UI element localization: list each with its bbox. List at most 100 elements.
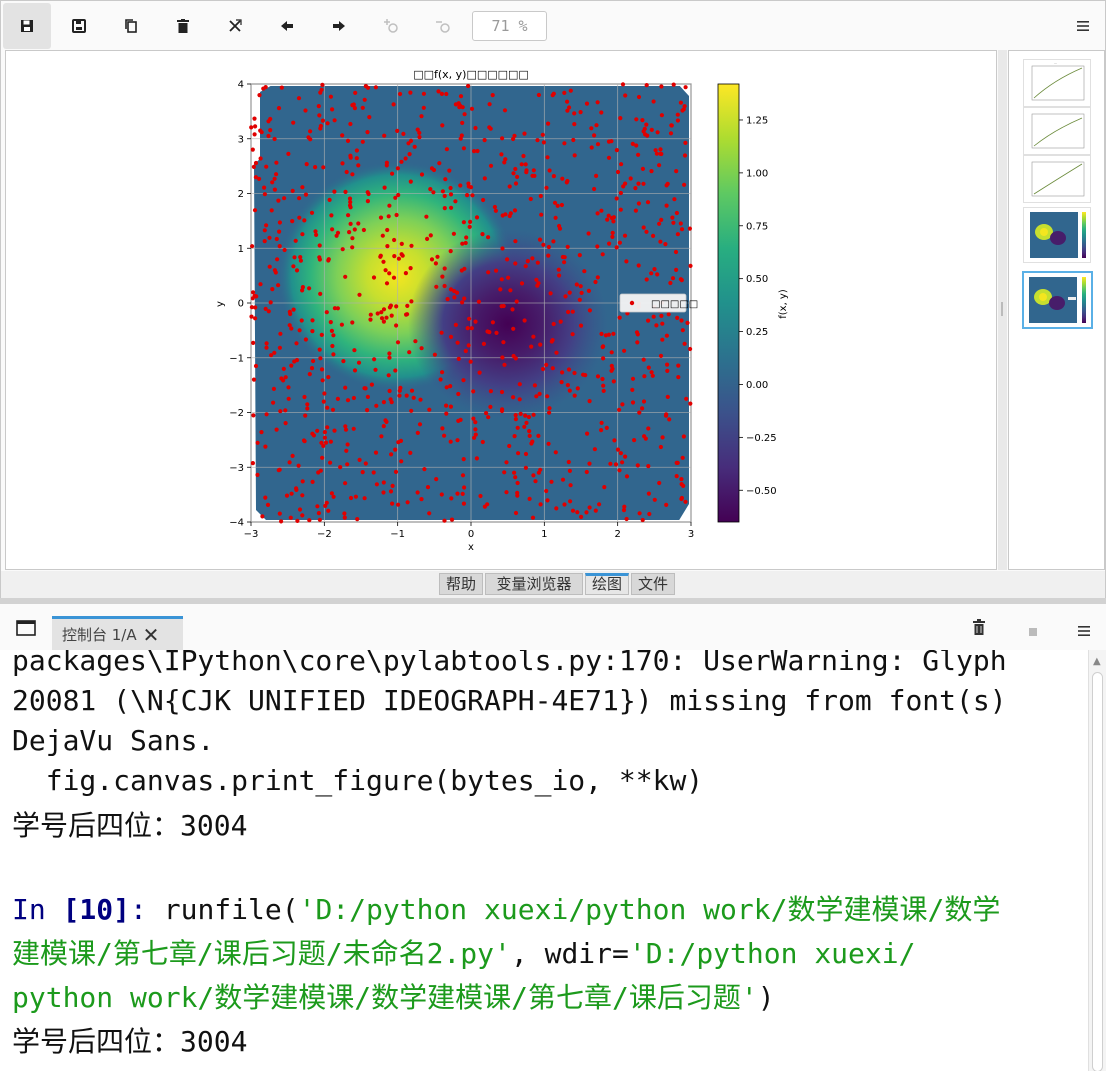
menu-icon [1078, 626, 1090, 636]
close-icon[interactable]: ✕ [143, 623, 160, 647]
scatter-point [353, 90, 358, 95]
scatter-point [298, 258, 303, 263]
scatter-point [340, 247, 345, 252]
scatter-point [635, 463, 640, 468]
delete-button[interactable] [159, 3, 207, 49]
scatter-point [600, 344, 605, 350]
scatter-point [299, 318, 304, 323]
scatter-point [427, 407, 432, 412]
scatter-point [331, 352, 336, 357]
save-all-button[interactable] [55, 3, 103, 49]
options-menu-button[interactable] [1059, 3, 1106, 49]
scatter-point [319, 87, 324, 92]
scatter-point [487, 330, 492, 335]
scatter-point [679, 482, 684, 487]
scatter-point [533, 479, 538, 484]
console-scrollbar[interactable]: ▲ [1088, 650, 1106, 1071]
scatter-point [586, 231, 591, 236]
scatter-point [649, 370, 654, 375]
scatter-point [574, 282, 579, 287]
copy-button[interactable] [107, 3, 155, 49]
scatter-point [621, 508, 627, 513]
scatter-point [551, 321, 556, 327]
scatter-point [302, 394, 307, 400]
scatter-point [346, 213, 351, 218]
scatter-point [524, 168, 529, 173]
scatter-point [671, 220, 676, 225]
save-button[interactable] [3, 3, 51, 49]
scatter-point [269, 208, 274, 213]
scatter-point [474, 456, 479, 461]
scatter-point [460, 300, 465, 305]
zoom-level-field[interactable]: 71 % [472, 11, 547, 41]
scatter-point [514, 299, 519, 304]
scatter-point [252, 293, 257, 298]
scatter-point [440, 426, 445, 431]
thumbnail-1[interactable]: — [1023, 59, 1091, 107]
scatter-point [283, 421, 288, 426]
scatter-point [342, 511, 347, 516]
thumbnail-4[interactable] [1023, 207, 1091, 263]
scatter-point [447, 168, 452, 173]
scatter-point [575, 510, 580, 515]
zoom-out-button[interactable] [419, 3, 467, 49]
scatter-point [614, 245, 619, 250]
next-plot-button[interactable] [315, 3, 363, 49]
scatter-point [487, 102, 492, 107]
scatter-point [355, 517, 360, 522]
scatter-point [387, 203, 392, 208]
thumbnail-3[interactable] [1023, 155, 1091, 203]
scatter-point [300, 513, 305, 518]
scatter-point [340, 133, 345, 138]
scatter-point [513, 510, 519, 516]
console-tab[interactable]: 控制台 1/A ✕ [52, 616, 183, 650]
scatter-point [628, 176, 633, 181]
tab-files[interactable]: 文件 [631, 573, 675, 595]
legend-label: □□□□□ [651, 299, 698, 310]
scatter-point [395, 166, 400, 171]
scatter-point [471, 416, 476, 421]
scatter-point [287, 460, 292, 465]
clear-all-button[interactable] [211, 3, 259, 49]
scatter-point [473, 125, 478, 131]
scatter-point [600, 376, 605, 382]
scatter-point [560, 176, 565, 181]
thumbnails-splitter[interactable] [998, 50, 1007, 570]
scatter-point [391, 275, 397, 280]
tab-variable-explorer[interactable]: 变量浏览器 [485, 573, 583, 595]
scatter-point [335, 306, 340, 311]
previous-plot-button[interactable] [263, 3, 311, 49]
scatter-point [682, 182, 687, 187]
scatter-point [672, 197, 677, 202]
colorbar-tick-label: −0.25 [746, 433, 777, 444]
console-options-button[interactable] [1077, 622, 1091, 641]
runfile-path-part1: 'D:/python xuexi/python work/数学建模课/数学 [298, 893, 1001, 926]
scatter-point [617, 315, 622, 320]
scatter-point [380, 233, 385, 238]
browse-tabs-button[interactable] [16, 619, 36, 641]
scatter-point [636, 263, 641, 268]
remove-variables-button[interactable] [972, 619, 986, 639]
scatter-point [439, 91, 444, 96]
scatter-point [350, 236, 355, 241]
scatter-point [615, 169, 621, 175]
scatter-point [297, 215, 302, 220]
zoom-in-button[interactable] [367, 3, 415, 49]
thumbnail-5-selected[interactable] [1022, 271, 1093, 329]
scatter-point [348, 495, 354, 501]
tab-plots[interactable]: 绘图 [585, 573, 629, 595]
scatter-point [636, 201, 641, 206]
interrupt-kernel-button[interactable] [1028, 622, 1038, 641]
scrollbar-thumb[interactable] [1092, 672, 1103, 1071]
runfile-close-paren: ) [757, 981, 775, 1014]
tab-help[interactable]: 帮助 [439, 573, 483, 595]
scatter-point [428, 233, 433, 238]
console-output[interactable]: packages\IPython\core\pylabtools.py:170:… [0, 650, 1088, 1071]
scroll-up-icon[interactable]: ▲ [1093, 656, 1101, 667]
scatter-point [486, 235, 491, 240]
scatter-point [618, 451, 623, 456]
scatter-point [562, 90, 567, 95]
thumbnail-2[interactable] [1023, 107, 1091, 155]
scatter-point [545, 498, 550, 503]
scatter-point [473, 427, 478, 432]
